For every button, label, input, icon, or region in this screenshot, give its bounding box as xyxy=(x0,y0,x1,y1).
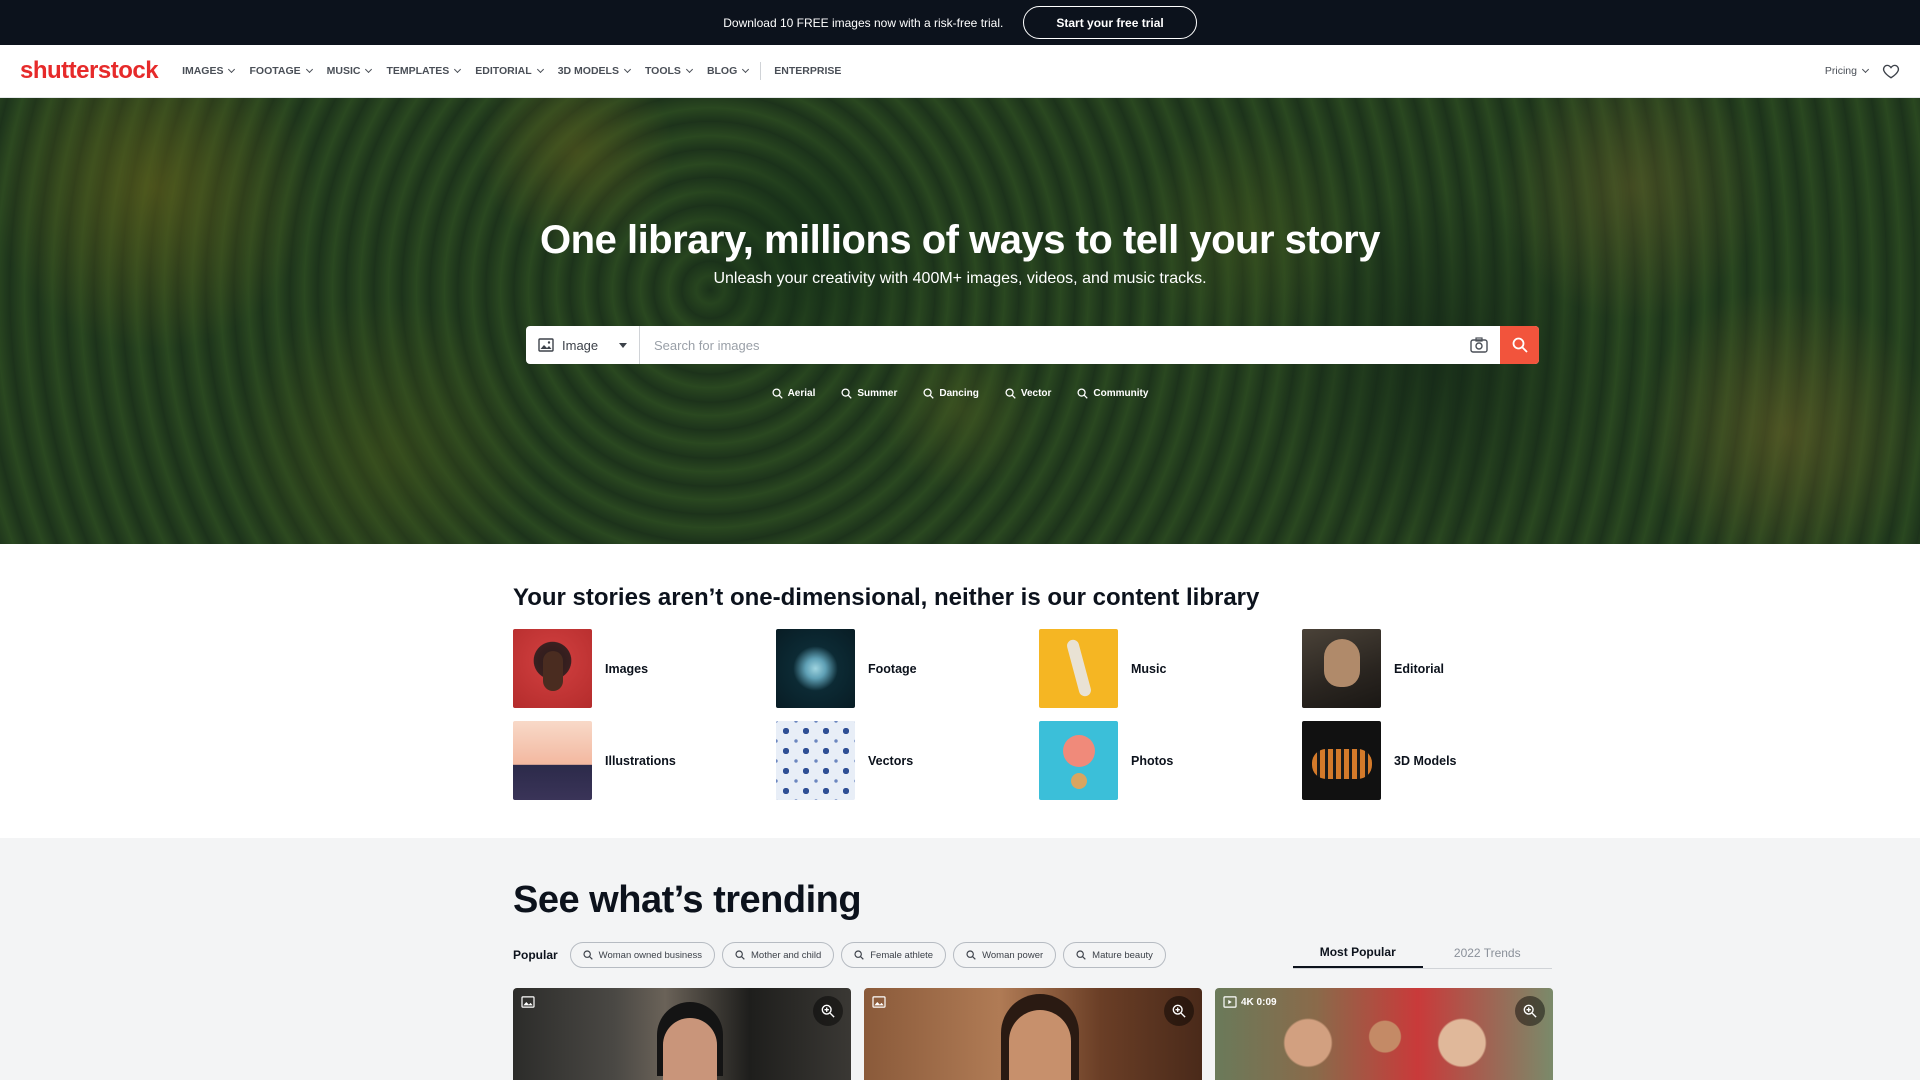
library-item-photos[interactable]: Photos xyxy=(1039,721,1302,800)
search-input[interactable] xyxy=(640,326,1458,364)
search-icon xyxy=(1077,388,1089,399)
image-type-badge xyxy=(872,996,890,1008)
chip-mature-beauty[interactable]: Mature beauty xyxy=(1063,942,1166,968)
search-icon xyxy=(1512,337,1528,353)
search-icon xyxy=(1076,950,1086,960)
image-type-badge xyxy=(521,996,539,1008)
tab-2022-trends[interactable]: 2022 Trends xyxy=(1423,938,1553,968)
image-icon xyxy=(538,338,554,352)
chevron-down-icon xyxy=(305,65,313,74)
popular-chips: Popular Woman owned business Mother and … xyxy=(513,942,1166,968)
chip-woman-owned-business[interactable]: Woman owned business xyxy=(569,942,715,968)
chevron-down-icon xyxy=(454,65,462,74)
search-icon xyxy=(854,950,864,960)
promo-bar: Download 10 FREE images now with a risk-… xyxy=(0,0,1920,45)
chip-mother-and-child[interactable]: Mother and child xyxy=(722,942,835,968)
search-icon xyxy=(735,950,745,960)
tab-most-popular[interactable]: Most Popular xyxy=(1293,938,1423,968)
music-thumbnail xyxy=(1039,629,1118,708)
hero-overlay xyxy=(0,98,1920,544)
chevron-down-icon xyxy=(536,65,544,74)
hero-section: One library, millions of ways to tell yo… xyxy=(0,98,1920,544)
nav-tools[interactable]: TOOLS xyxy=(645,65,693,77)
chip-woman-power[interactable]: Woman power xyxy=(953,942,1057,968)
editorial-thumbnail xyxy=(1302,629,1381,708)
trending-title: See what’s trending xyxy=(513,879,862,921)
trending-tabs: Most Popular 2022 Trends xyxy=(1293,938,1552,969)
3d-models-thumbnail xyxy=(1302,721,1381,800)
chevron-down-icon xyxy=(685,65,693,74)
trending-card[interactable] xyxy=(864,988,1202,1080)
trending-cards: 4K 0:09 xyxy=(513,988,1553,1080)
nav-3d-models[interactable]: 3D MODELS xyxy=(558,65,631,77)
nav-editorial[interactable]: EDITORIAL xyxy=(475,65,544,77)
image-icon xyxy=(872,996,886,1008)
search-icon xyxy=(966,950,976,960)
trending-section: See what’s trending Popular Woman owned … xyxy=(0,838,1920,1080)
search-type-dropdown[interactable]: Image xyxy=(526,326,640,364)
search-icon xyxy=(841,388,853,399)
chevron-down-icon xyxy=(365,65,373,74)
hero-subtitle: Unleash your creativity with 400M+ image… xyxy=(713,270,1207,287)
nav-divider xyxy=(760,62,762,80)
photos-thumbnail xyxy=(1039,721,1118,800)
camera-search-icon[interactable] xyxy=(1458,326,1500,364)
chevron-down-icon xyxy=(623,65,631,74)
nav-right: Pricing xyxy=(1825,62,1900,80)
quick-search-community[interactable]: Community xyxy=(1077,388,1148,399)
video-type-badge: 4K 0:09 xyxy=(1223,996,1277,1008)
chevron-down-icon xyxy=(742,65,750,74)
illustrations-thumbnail xyxy=(513,721,592,800)
search-icon xyxy=(923,388,935,399)
trending-card[interactable]: 4K 0:09 xyxy=(1215,988,1553,1080)
library-item-editorial[interactable]: Editorial xyxy=(1302,629,1565,708)
quick-search-vector[interactable]: Vector xyxy=(1005,388,1051,399)
library-item-vectors[interactable]: Vectors xyxy=(776,721,1039,800)
nav-music[interactable]: MUSIC xyxy=(327,65,373,77)
top-nav: shutterstock IMAGES FOOTAGE MUSIC TEMPLA… xyxy=(0,45,1920,98)
library-grid: Images Footage Music Editorial Illustrat… xyxy=(513,629,1573,800)
search-icon xyxy=(772,388,783,399)
nav-enterprise[interactable]: ENTERPRISE xyxy=(774,65,841,77)
hero-title: One library, millions of ways to tell yo… xyxy=(540,218,1380,262)
zoom-icon[interactable] xyxy=(1515,996,1545,1026)
promo-text: Download 10 FREE images now with a risk-… xyxy=(723,15,1004,30)
library-item-footage[interactable]: Footage xyxy=(776,629,1039,708)
caret-down-icon xyxy=(619,342,627,348)
search-type-label: Image xyxy=(562,337,599,353)
nav-templates[interactable]: TEMPLATES xyxy=(386,65,462,77)
zoom-icon[interactable] xyxy=(813,996,843,1026)
library-item-3d-models[interactable]: 3D Models xyxy=(1302,721,1565,800)
trending-card[interactable] xyxy=(513,988,851,1080)
quick-searches: Aerial Summer Dancing Vector Community xyxy=(0,388,1920,399)
chevron-down-icon xyxy=(1861,65,1870,74)
chip-female-athlete[interactable]: Female athlete xyxy=(841,942,947,968)
chevron-down-icon xyxy=(228,65,236,74)
quick-search-dancing[interactable]: Dancing xyxy=(923,388,979,399)
nav-images[interactable]: IMAGES xyxy=(182,65,236,77)
quick-search-summer[interactable]: Summer xyxy=(841,388,897,399)
search-icon xyxy=(583,950,593,960)
library-item-illustrations[interactable]: Illustrations xyxy=(513,721,776,800)
free-trial-button[interactable]: Start your free trial xyxy=(1023,6,1197,39)
search-bar: Image xyxy=(526,326,1539,364)
vectors-thumbnail xyxy=(776,721,855,800)
library-item-music[interactable]: Music xyxy=(1039,629,1302,708)
library-title: Your stories aren’t one-dimensional, nei… xyxy=(513,584,1260,611)
popular-label: Popular xyxy=(513,948,558,962)
library-item-images[interactable]: Images xyxy=(513,629,776,708)
nav-footage[interactable]: FOOTAGE xyxy=(249,65,313,77)
search-button[interactable] xyxy=(1500,326,1539,364)
zoom-icon[interactable] xyxy=(1164,996,1194,1026)
search-icon xyxy=(1005,388,1016,399)
video-icon xyxy=(1223,996,1237,1008)
shutterstock-logo[interactable]: shutterstock xyxy=(20,57,159,85)
quick-search-aerial[interactable]: Aerial xyxy=(772,388,815,399)
pricing-menu[interactable]: Pricing xyxy=(1825,65,1870,77)
image-icon xyxy=(521,996,535,1008)
heart-icon[interactable] xyxy=(1882,62,1900,80)
nav-blog[interactable]: BLOG xyxy=(707,65,750,77)
footage-thumbnail xyxy=(776,629,855,708)
images-thumbnail xyxy=(513,629,592,708)
